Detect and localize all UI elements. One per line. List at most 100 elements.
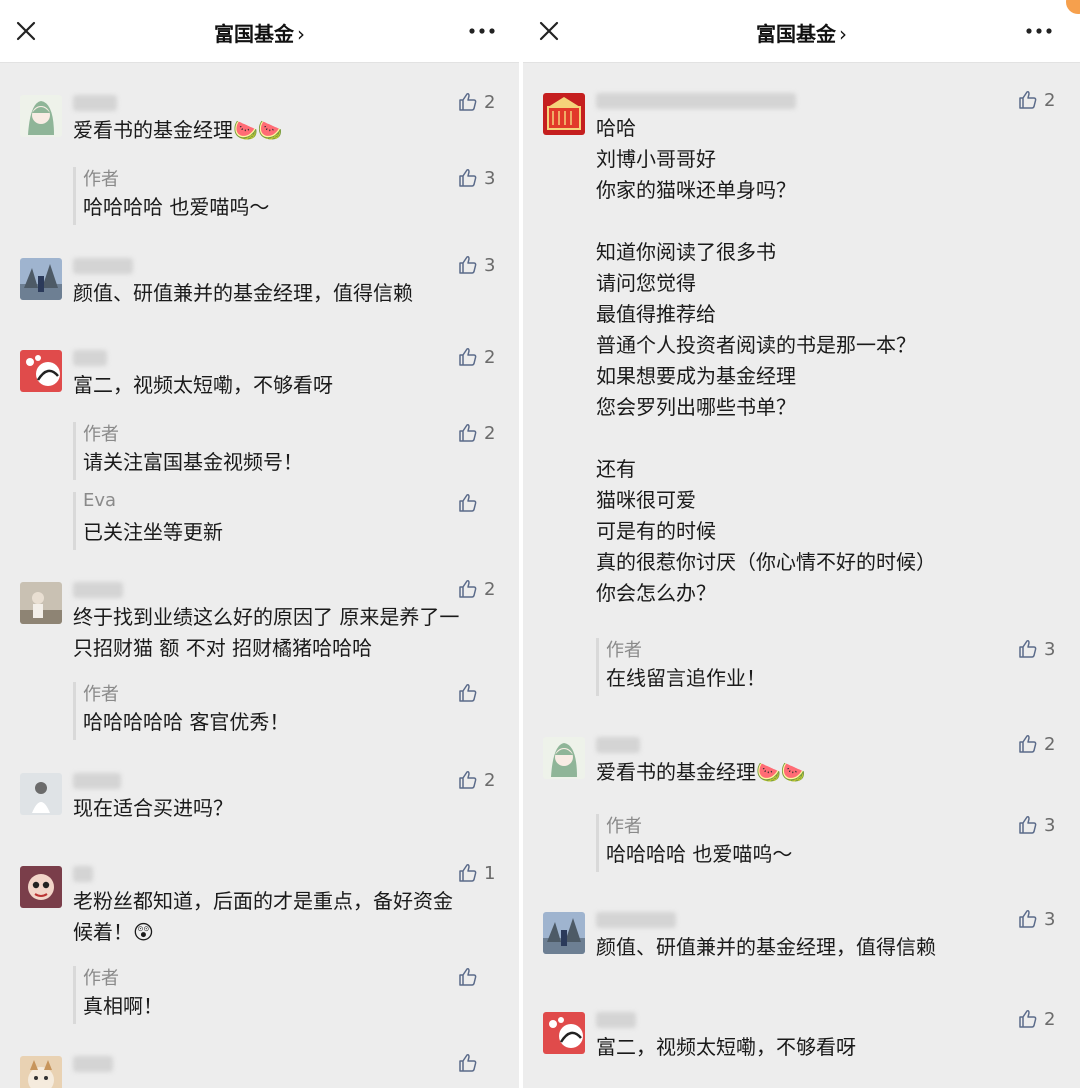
reply-item: 作者请关注富国基金视频号！ 2 — [73, 420, 519, 482]
avatar[interactable] — [543, 912, 585, 954]
reply-bar — [73, 422, 76, 480]
blurred-username — [73, 258, 133, 274]
account-name: 富国基金 — [214, 22, 294, 46]
like-button[interactable]: 2 — [458, 767, 495, 793]
thumbs-up-icon — [459, 256, 477, 274]
like-count: 2 — [484, 346, 496, 368]
thumbs-up-icon — [459, 968, 477, 986]
decorative-dot — [1066, 0, 1080, 14]
reply-text: 请关注富国基金视频号！ — [83, 450, 303, 474]
comment-text: 颜值、研值兼并的基金经理，值得信赖 — [596, 935, 936, 959]
avatar[interactable] — [20, 582, 62, 624]
comment-text: 颜值、研值兼并的基金经理，值得信赖 — [73, 281, 413, 305]
thumbs-up-icon — [459, 494, 477, 512]
thumbs-up-icon — [459, 864, 477, 882]
more-icon[interactable] — [467, 20, 497, 42]
reply-text: 在线留言追作业！ — [606, 666, 766, 690]
comment-text: 哈哈 刘博小哥哥好 你家的猫咪还单身吗？ 知道你阅读了很多书 请问您觉得 最值得… — [596, 116, 936, 605]
like-button[interactable] — [458, 490, 478, 516]
like-button[interactable]: 1 — [458, 860, 495, 886]
reply-author: 作者 — [83, 424, 119, 445]
reply-bar — [596, 638, 599, 696]
comment-text: 终于找到业绩这么好的原因了 原来是养了一 只招财猫 额 不对 招财橘猪哈哈哈 — [73, 605, 460, 660]
like-button[interactable]: 2 — [458, 89, 495, 115]
thumbs-up-icon — [459, 424, 477, 442]
reply-author: 作者 — [606, 640, 642, 661]
avatar[interactable] — [20, 95, 62, 137]
avatar[interactable] — [543, 737, 585, 779]
avatar[interactable] — [20, 866, 62, 908]
reply-author: 作者 — [83, 684, 119, 705]
thumbs-up-icon — [1019, 816, 1037, 834]
blurred-username — [73, 866, 93, 882]
blurred-username — [73, 1056, 113, 1072]
comment-text: 老粉丝都知道，后面的才是重点，备好资金 候着！😲 — [73, 889, 453, 944]
reply-item: Eva 已关注坐等更新 — [73, 490, 519, 552]
thumbs-up-icon — [459, 1054, 477, 1072]
right-screenshot: 富国基金 › 2 哈哈 刘博小哥哥好 你家的猫咪还单身吗？ 知道你阅读了很多书 请问… — [523, 0, 1080, 1088]
comment-text: 富二，视频太短嘞，不够看呀 — [596, 1035, 856, 1059]
reply-text: 哈哈哈哈哈 客官优秀！ — [83, 710, 290, 734]
avatar[interactable] — [20, 773, 62, 815]
reply-bar — [73, 682, 76, 740]
like-button[interactable] — [458, 964, 478, 990]
avatar[interactable] — [543, 1012, 585, 1054]
like-button[interactable]: 3 — [1018, 636, 1055, 662]
blurred-username — [73, 350, 107, 366]
blurred-username — [596, 912, 676, 928]
avatar[interactable] — [20, 1056, 62, 1088]
top-bar: 富国基金 › — [0, 0, 519, 63]
reply-bar — [73, 167, 76, 225]
like-count: 2 — [484, 91, 496, 113]
like-button[interactable]: 3 — [1018, 906, 1055, 932]
avatar[interactable] — [543, 93, 585, 135]
like-count: 1 — [484, 862, 496, 884]
like-button[interactable]: 2 — [458, 576, 495, 602]
like-button[interactable]: 2 — [1018, 731, 1055, 757]
thumbs-up-icon — [1019, 640, 1037, 658]
thumbs-up-icon — [1019, 1010, 1037, 1028]
reply-text: 已关注坐等更新 — [83, 520, 223, 544]
reply-bar — [73, 966, 76, 1024]
chevron-right-icon: › — [839, 22, 847, 46]
avatar[interactable] — [20, 350, 62, 392]
like-button[interactable]: 2 — [458, 344, 495, 370]
reply-author: 作者 — [83, 968, 119, 989]
like-button[interactable] — [458, 680, 478, 706]
like-button[interactable] — [458, 1050, 478, 1076]
reply-item: 作者 哈哈哈哈 也爱喵呜～ 3 — [596, 812, 1080, 874]
reply-author: Eva — [83, 490, 117, 511]
like-button[interactable]: 2 — [458, 420, 495, 446]
left-screenshot: 富国基金 › 2 爱看书的基金经理🍉🍉 作者 哈哈哈哈 也爱喵呜～ 3 3 颜值、研值兼并的基… — [0, 0, 519, 1088]
more-icon[interactable] — [1024, 20, 1054, 42]
like-count: 2 — [484, 422, 496, 444]
like-button[interactable]: 3 — [458, 252, 495, 278]
like-count: 2 — [484, 769, 496, 791]
avatar[interactable] — [20, 258, 62, 300]
page-title[interactable]: 富国基金 › — [0, 18, 519, 47]
thumbs-up-icon — [459, 580, 477, 598]
thumbs-up-icon — [459, 684, 477, 702]
reply-item: 作者在线留言追作业！ 3 — [596, 636, 1080, 698]
account-name: 富国基金 — [756, 22, 836, 46]
like-button[interactable]: 2 — [1018, 1006, 1055, 1032]
thumbs-up-icon — [459, 771, 477, 789]
blurred-username — [596, 93, 796, 109]
reply-bar — [73, 492, 76, 550]
like-button[interactable]: 2 — [1018, 87, 1055, 113]
page-title[interactable]: 富国基金 › — [523, 18, 1080, 47]
blurred-username — [73, 773, 121, 789]
blurred-username — [596, 737, 640, 753]
thumbs-up-icon — [459, 93, 477, 111]
like-count: 2 — [1044, 89, 1056, 111]
thumbs-up-icon — [459, 348, 477, 366]
reply-text: 哈哈哈哈 也爱喵呜～ — [606, 842, 793, 866]
like-button[interactable]: 3 — [1018, 812, 1055, 838]
like-count: 3 — [484, 167, 496, 189]
reply-item: 作者 哈哈哈哈 也爱喵呜～ 3 — [73, 165, 519, 227]
chevron-right-icon: › — [297, 22, 305, 46]
like-button[interactable]: 3 — [458, 165, 495, 191]
comment-text: 富二，视频太短嘞，不够看呀 — [73, 373, 333, 397]
like-count: 2 — [1044, 1008, 1056, 1030]
like-count: 3 — [1044, 908, 1056, 930]
